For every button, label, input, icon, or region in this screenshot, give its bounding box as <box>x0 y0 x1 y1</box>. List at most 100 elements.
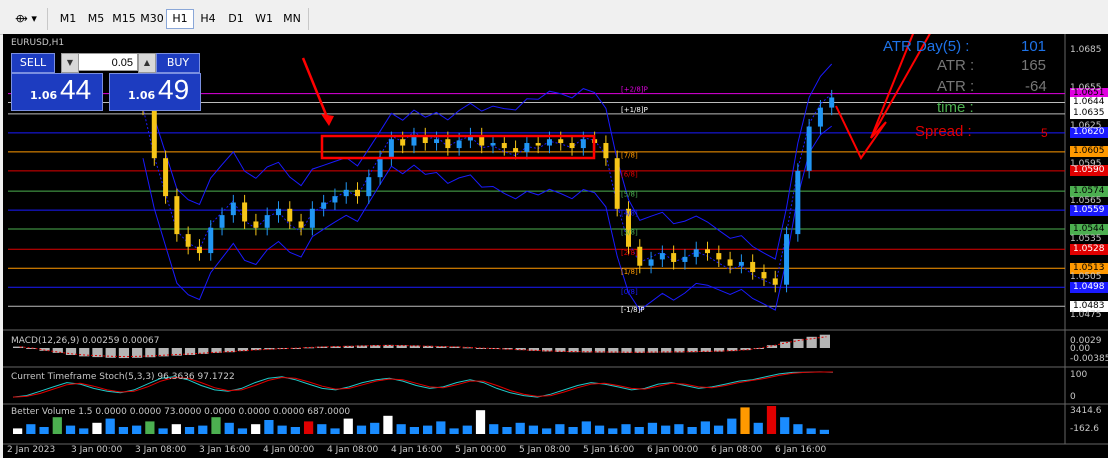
volume-bar <box>806 428 816 434</box>
timeframe-m1[interactable]: M1 <box>54 9 82 29</box>
price-axis-tick: 1.0475 <box>1070 310 1102 321</box>
candle-body <box>513 148 519 152</box>
candle-body <box>603 143 609 159</box>
volume-bar <box>171 424 181 434</box>
atr-label: ATR : <box>937 57 975 74</box>
indicator-axis-tick: 0.00 <box>1070 344 1091 354</box>
chart-window[interactable]: [+2/8]P [+1/8]P [7/8] [6/8] [5/8] [4/8] [3/8] [… <box>3 34 1108 458</box>
timeframe-m30[interactable]: M30 <box>138 9 166 29</box>
macd-bar <box>224 348 235 353</box>
spread-label: Spread : <box>915 123 972 140</box>
stoch-title: Current Timeframe Stoch(5,3,3) 96.3636 9… <box>11 372 235 382</box>
volume-bar <box>634 427 644 434</box>
macd-bar <box>819 334 830 348</box>
volume-bar <box>713 425 724 434</box>
candle-body <box>388 139 394 159</box>
candle-body <box>682 256 688 262</box>
atr-day-value: 101 <box>1021 38 1047 55</box>
price-level-label: 1.0635 <box>1070 108 1108 120</box>
candle-body <box>738 261 744 266</box>
candle-body <box>174 196 180 235</box>
macd-bar <box>145 348 156 358</box>
time-axis-label: 6 Jan 00:00 <box>647 445 699 455</box>
volume-bar <box>475 410 486 434</box>
macd-bar <box>780 341 791 348</box>
candle-body <box>637 246 643 266</box>
volume-bar <box>79 428 89 434</box>
volume-bar <box>608 428 618 434</box>
buy-button[interactable]: BUY <box>156 53 200 73</box>
volume-bar <box>13 428 23 434</box>
volume-bar <box>343 418 353 434</box>
atr2-label: ATR : <box>937 78 975 95</box>
volume-bar <box>489 424 499 434</box>
volume-bar <box>687 427 697 434</box>
buy-price-pips: 49 <box>158 74 190 105</box>
buy-quote[interactable]: 1.06 49 <box>109 73 201 111</box>
timeframe-d1[interactable]: D1 <box>222 9 250 29</box>
lot-decrease-icon[interactable]: ▼ <box>61 53 79 73</box>
candle-body <box>321 202 327 209</box>
price-axis-tick: 1.0625 <box>1070 120 1102 131</box>
volume-title: Better Volume 1.5 0.0000 0.0000 73.0000 … <box>11 407 351 417</box>
macd-bar <box>264 348 275 350</box>
candle-body <box>434 139 440 144</box>
time-axis-label: 5 Jan 08:00 <box>519 445 571 455</box>
timeframe-h4[interactable]: H4 <box>194 9 222 29</box>
volume-bar <box>132 425 142 434</box>
volume-bar <box>264 420 274 434</box>
candle-body <box>750 261 756 273</box>
murrey-level-label: [1/8] <box>621 268 638 276</box>
time-label: time : <box>937 99 974 116</box>
volume-bar <box>727 418 737 434</box>
volume-bar <box>661 425 671 434</box>
murrey-level-label: [6/8] <box>621 170 638 178</box>
volume-bar <box>594 425 605 434</box>
murrey-level-label: [5/8] <box>621 191 638 199</box>
lot-increase-icon[interactable]: ▲ <box>138 53 156 73</box>
timeframe-m15[interactable]: M15 <box>110 9 138 29</box>
murrey-level-label: [0/8] <box>621 288 638 296</box>
candle-body <box>445 139 451 149</box>
candle-body <box>151 107 157 159</box>
candle-body <box>309 208 315 228</box>
sell-button[interactable]: SELL <box>11 53 55 73</box>
candle-body <box>795 170 801 235</box>
candle-body <box>829 97 835 108</box>
macd-bar <box>52 348 63 353</box>
time-axis-label: 3 Jan 08:00 <box>135 445 187 455</box>
volume-bar <box>237 428 248 434</box>
volume-bar <box>317 424 327 434</box>
time-axis-label: 2 Jan 2023 <box>7 445 56 455</box>
candle-body <box>400 139 406 146</box>
candle-body <box>366 177 372 197</box>
candle-body <box>693 249 699 257</box>
volume-bar <box>502 427 512 434</box>
volume-bar <box>700 421 710 434</box>
candle-body <box>332 196 338 203</box>
murrey-level-label: [3/8] <box>621 229 638 237</box>
candle-body <box>772 278 778 285</box>
timeframe-w1[interactable]: W1 <box>250 9 278 29</box>
buy-price-prefix: 1.06 <box>128 89 156 102</box>
volume-bar <box>515 422 525 434</box>
candle-body <box>185 234 191 247</box>
volume-bar <box>555 424 565 434</box>
indicator-axis-tick: 0 <box>1070 392 1076 402</box>
candle-body <box>614 158 620 209</box>
timeframe-m5[interactable]: M5 <box>82 9 110 29</box>
candle-body <box>761 272 767 279</box>
candle-body <box>558 139 564 144</box>
candle-body <box>298 221 304 228</box>
candle-body <box>355 189 361 197</box>
candle-body <box>219 215 225 228</box>
sell-quote[interactable]: 1.06 44 <box>11 73 103 111</box>
lot-size-input[interactable]: 0.05 <box>78 53 138 71</box>
arrow-annotation-shaft <box>301 57 331 123</box>
timeframe-mn[interactable]: MN <box>278 9 306 29</box>
volume-bar <box>581 421 591 434</box>
time-axis-label: 3 Jan 16:00 <box>199 445 251 455</box>
line-studies-dropdown-icon[interactable]: ⟴ ▾ <box>8 9 44 29</box>
timeframe-h1[interactable]: H1 <box>166 9 194 29</box>
sell-price-pips: 44 <box>60 74 92 105</box>
